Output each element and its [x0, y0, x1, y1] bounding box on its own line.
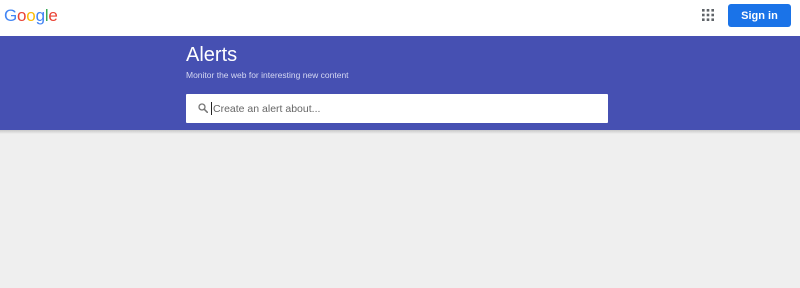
logo-letter: g: [35, 6, 45, 25]
banner-shadow: [0, 130, 800, 134]
text-caret: [211, 102, 212, 115]
create-alert-input[interactable]: [213, 99, 598, 118]
top-bar: Google Sign in: [0, 0, 800, 36]
page-subtitle: Monitor the web for interesting new cont…: [186, 70, 349, 80]
page-title: Alerts: [186, 44, 238, 66]
logo-letter: e: [48, 6, 58, 25]
logo-letter: G: [4, 6, 18, 25]
logo-letter: o: [26, 6, 36, 25]
alert-search-box[interactable]: [186, 94, 608, 123]
google-logo[interactable]: Google: [4, 6, 58, 26]
grid-apps-icon[interactable]: [702, 9, 714, 21]
sign-in-button[interactable]: Sign in: [728, 4, 791, 27]
logo-letter: o: [17, 6, 27, 25]
search-icon: [198, 103, 208, 113]
